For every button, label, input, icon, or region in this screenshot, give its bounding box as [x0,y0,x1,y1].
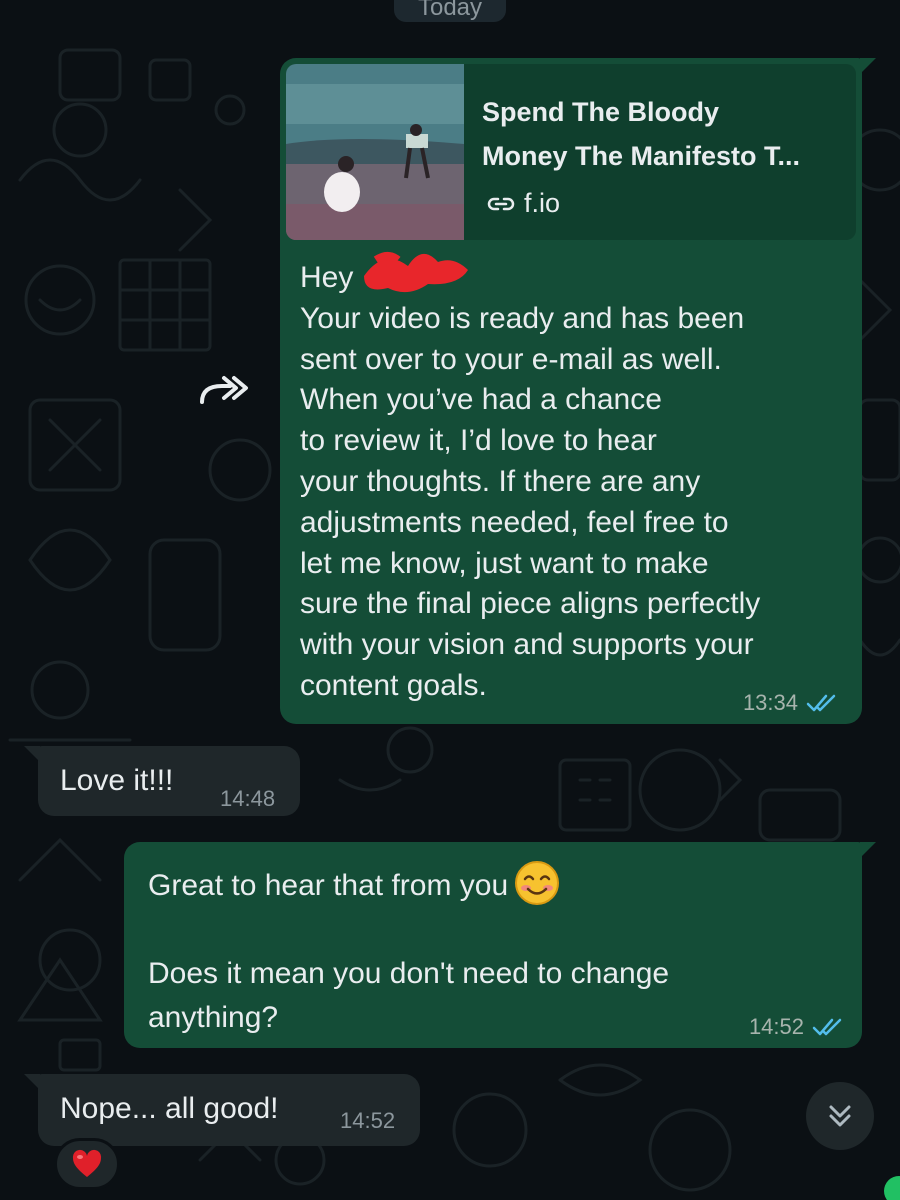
message-meta: 13:34 [743,690,836,716]
outgoing-message[interactable]: Great to hear that from you Does it mean… [124,842,876,1048]
message-line: Does it mean you don't need to change an… [148,957,670,1034]
link-preview-thumbnail [286,64,464,240]
date-separator: Today [394,0,506,22]
incoming-message[interactable]: Love it!!! 14:48 [24,746,300,816]
link-icon [487,197,515,210]
message-text: Love it!!! [60,764,174,797]
message-text: Hey Your video is ready and has been sen… [300,261,761,702]
link-domain-text: f.io [524,188,561,218]
message-meta: 14:52 [749,1014,842,1040]
outgoing-message[interactable]: Spend The Bloody Money The Manifesto T..… [280,58,876,724]
bubble-tail [24,1074,40,1090]
double-check-read-icon [812,1018,842,1036]
message-line: Great to hear that from you [148,869,509,902]
message-reaction[interactable] [54,1138,120,1190]
bubble-tail [860,842,876,858]
link-preview-domain[interactable]: f.io [486,188,560,219]
link-preview-title: Spend The Bloody Money The Manifesto T..… [482,97,801,171]
red-heart-emoji [72,1149,102,1177]
message-text: Great to hear that from you Does it mean… [148,861,788,1040]
message-time: 14:52 [748,1014,804,1039]
message-text: Nope... all good! [60,1092,279,1125]
forward-icon[interactable] [196,370,250,410]
incoming-message[interactable]: Nope... all good! 14:52 [24,1074,420,1146]
scroll-to-bottom-button[interactable] [806,1082,874,1150]
link-preview[interactable]: Spend The Bloody Money The Manifesto T..… [286,64,856,240]
message-time: 14:52 [340,1108,396,1133]
double-check-read-icon [806,694,836,712]
bubble-tail [24,746,40,762]
message-time: 14:48 [220,786,276,811]
redaction-scribble [364,252,468,293]
smiling-face-emoji [515,861,560,906]
double-chevron-down-icon [829,1105,851,1127]
bubble-tail [860,58,876,74]
message-time: 13:34 [742,690,798,715]
